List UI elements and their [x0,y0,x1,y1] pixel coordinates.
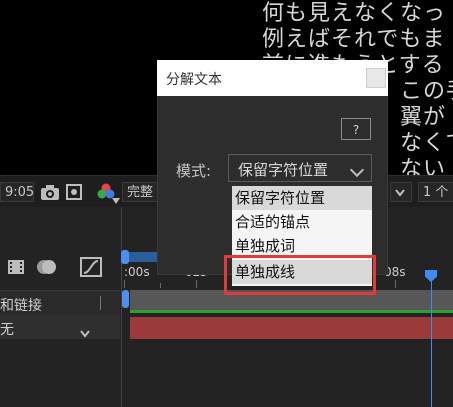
highlight-annotation [224,255,376,295]
chevron-down-icon[interactable] [80,323,90,342]
parent-select-value[interactable]: 无 [0,319,14,339]
viewer-text-line: ない [400,157,447,176]
mode-select-value: 保留字符位置 [238,161,329,179]
layer-duration-bar [130,310,453,313]
track-start-handle[interactable] [122,290,129,308]
dialog-title: 分解文本 [166,72,222,88]
viewer-text-line: この手 [400,79,453,104]
parent-link-label: 和链接 [0,298,42,314]
column-divider [100,296,101,310]
resolution-select[interactable]: 完整 [122,182,162,202]
work-area-start-handle[interactable] [121,250,129,264]
viewer-text-line: 翼が [400,105,447,130]
dropdown-toggle[interactable] [390,182,412,202]
chevron-down-icon[interactable] [112,189,120,208]
motion-blur-icon[interactable] [36,257,58,281]
close-button[interactable] [366,68,386,88]
graph-editor-icon[interactable] [80,257,102,281]
ruler-tick [395,280,396,288]
mode-option-keep-char-position[interactable]: 保留字符位置 [232,186,372,210]
views-count-select[interactable]: 1 个 [418,182,453,202]
mode-label: 模式: [176,162,212,180]
playhead-line[interactable] [431,270,432,407]
help-button[interactable]: ? [341,118,371,140]
timeline-empty-area[interactable] [130,339,453,407]
film-icon[interactable] [6,257,26,281]
layer-row[interactable]: 无 [0,315,120,339]
viewer-text-line: 例えばそれでもま [262,27,446,52]
ruler-tick-label: :00s [124,265,150,279]
ruler-tick [196,280,197,288]
viewer-text-line: 何も見えなくなっ [262,1,447,26]
layer-column-header: 和链接 [0,290,120,316]
ruler-tick [124,280,125,288]
ruler-tick [160,283,161,288]
timeline-tools [0,207,120,290]
layer-clip-bar[interactable] [130,317,453,339]
viewer-text-line: なくて [400,131,453,156]
camera-icon[interactable] [40,183,60,205]
show-snapshot-icon[interactable] [66,184,82,204]
timecode-display[interactable]: 9:05 [0,182,34,202]
mode-option-fit-anchor[interactable]: 合适的锚点 [232,210,372,234]
